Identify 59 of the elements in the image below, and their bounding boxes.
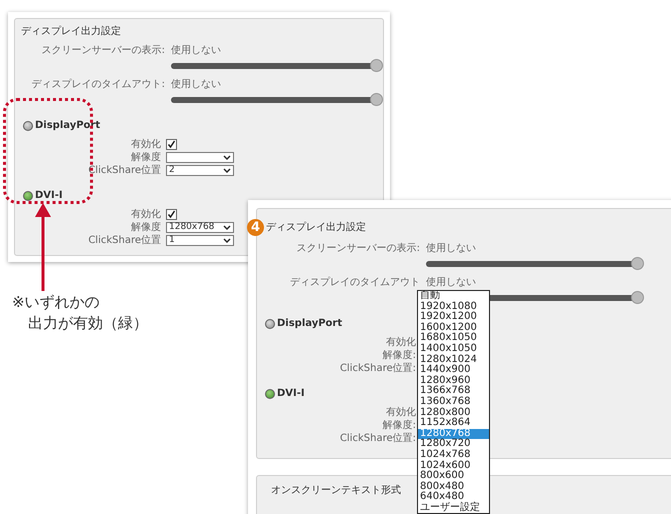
dropdown-option[interactable]: 1400x1050 [418, 344, 489, 355]
dropdown-option[interactable]: 1680x1050 [418, 333, 489, 344]
group-title: オンスクリーンテキスト形式 [271, 484, 401, 497]
step-badge: 4 [247, 219, 264, 236]
slider[interactable] [426, 257, 645, 270]
setting-value: 使用しない [426, 276, 477, 289]
group-title: ディスプレイ出力設定 [21, 25, 121, 38]
dropdown-option[interactable]: 1280x768 [418, 428, 489, 440]
dropdown-option[interactable]: 1440x900 [418, 365, 489, 376]
note-text: ※いずれかの [12, 292, 101, 313]
checkbox[interactable] [166, 209, 177, 220]
setting-label: ディスプレイのタイムアウト [289, 276, 421, 289]
output-name: DisplayPort [35, 120, 100, 131]
field-label: 有効化 [386, 407, 417, 418]
field-label: 解像度: [382, 350, 417, 361]
setting-value: 使用しない [171, 78, 222, 91]
field-label: 有効化 [131, 209, 162, 220]
output-name: DVI-I [277, 388, 305, 399]
dropdown-option[interactable]: 1920x1200 [418, 312, 489, 323]
field-label: ClickShare位置 [88, 235, 162, 246]
field-label: ClickShare位置 [88, 165, 162, 176]
output-name: DisplayPort [277, 318, 342, 329]
output-name: DVI-I [35, 190, 63, 201]
setting-label: ディスプレイのタイムアウト: [30, 78, 166, 91]
dropdown-option[interactable]: 640x480 [418, 492, 489, 503]
resolution-select[interactable]: 1280x768 [166, 222, 234, 233]
field-label: 有効化 [386, 337, 417, 348]
dropdown-option[interactable]: 1280x800 [418, 408, 489, 418]
dropdown-option[interactable]: 1152x864 [418, 418, 489, 429]
field-label: 解像度: [382, 420, 417, 431]
dropdown-option[interactable]: 1280x960 [418, 376, 489, 386]
setting-value: 使用しない [171, 44, 222, 57]
setting-label: スクリーンサーバーの表示: [40, 44, 166, 57]
slider[interactable] [171, 93, 384, 106]
checkbox[interactable] [166, 139, 177, 150]
dropdown-option[interactable]: 1024x768 [418, 450, 489, 460]
dropdown-option[interactable]: 1600x1200 [418, 322, 489, 334]
dropdown-option[interactable]: 1280x720 [418, 439, 489, 450]
field-label: ClickShare位置: [340, 433, 417, 444]
field-label: ClickShare位置: [340, 363, 417, 374]
dropdown-option[interactable]: 800x600 [418, 471, 489, 482]
dropdown-option[interactable]: 1280x1024 [418, 354, 489, 366]
group-title: ディスプレイ出力設定 [266, 221, 366, 234]
note-text: 出力が有効（緑） [27, 313, 148, 334]
dropdown-option[interactable]: ユーザー設定 [418, 502, 489, 514]
field-label: 解像度 [131, 222, 162, 233]
dropdown-option[interactable]: 1366x768 [418, 386, 489, 397]
dropdown-option[interactable]: 1024x600 [418, 460, 489, 472]
dropdown-option[interactable]: 1920x1080 [418, 302, 489, 312]
resolution-select[interactable] [166, 152, 234, 163]
field-label: 有効化 [131, 139, 162, 150]
resolution-select[interactable]: 1 [166, 235, 234, 246]
setting-label: スクリーンサーバーの表示: [296, 242, 421, 255]
resolution-select[interactable]: 2 [166, 165, 234, 176]
setting-value: 使用しない [426, 242, 477, 255]
field-label: 解像度 [131, 152, 162, 163]
dropdown-option[interactable]: 800x480 [418, 482, 489, 492]
slider[interactable] [171, 59, 384, 72]
dropdown-option[interactable]: 1360x768 [418, 396, 489, 408]
